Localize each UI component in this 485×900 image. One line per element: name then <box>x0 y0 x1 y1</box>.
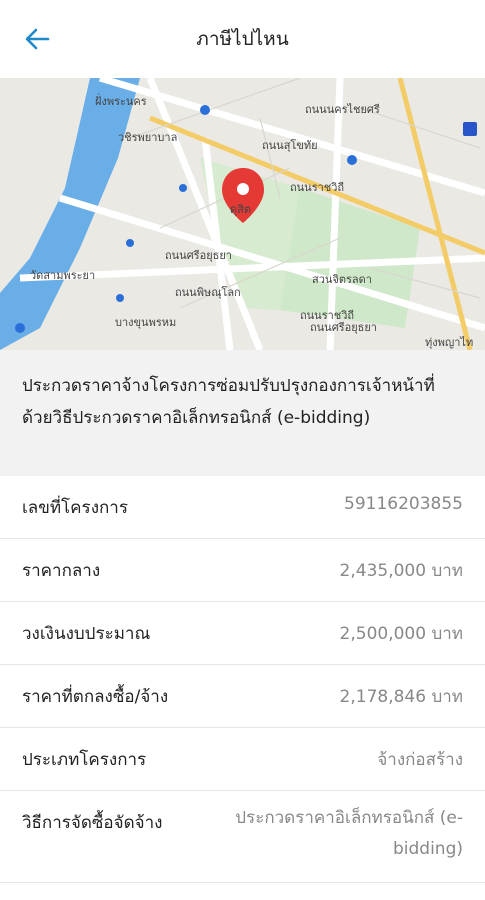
detail-row: วิธีการจัดซื้อจัดจ้าง ประกวดราคาอิเล็กทร… <box>0 791 485 883</box>
detail-value: 2,435,000 บาท <box>339 561 463 581</box>
detail-label: ราคาที่ตกลงซื้อ/จ้าง <box>22 687 169 707</box>
project-title: ประกวดราคาจ้างโครงการซ่อมปรับปรุงกองการเ… <box>0 350 485 476</box>
detail-label: วิธีการจัดซื้อจัดจ้าง <box>22 813 163 833</box>
detail-value: จ้างก่อสร้าง <box>377 750 463 770</box>
map-label: ถนนศรีอยุธยา <box>165 249 232 262</box>
map-label: ถนนราชวิถี <box>290 181 345 194</box>
back-arrow-icon[interactable] <box>22 24 52 54</box>
location-map[interactable]: ฝั่งพระนคร วชิรพยาบาล ถนนนครไชยศรี ถนนสุ… <box>0 78 485 350</box>
detail-row: ประเภทโครงการ จ้างก่อสร้าง <box>0 728 485 791</box>
map-label: ถนนพิษณุโลก <box>175 286 241 299</box>
detail-row: ราคากลาง 2,435,000 บาท <box>0 539 485 602</box>
page-title: ภาษีไปไหน <box>196 28 289 50</box>
map-label: สวนจิตรลดา <box>312 273 372 286</box>
detail-label: วงเงินงบประมาณ <box>22 624 151 644</box>
detail-value: 2,500,000 บาท <box>339 624 463 644</box>
map-label: บางขุนพรหม <box>115 316 177 329</box>
detail-value: 59116203855 <box>344 494 463 514</box>
map-label: ถนนราชวิถี <box>300 309 355 322</box>
map-label: ถนนสุโขทัย <box>262 139 318 152</box>
detail-label: เลขที่โครงการ <box>22 498 128 518</box>
detail-row: วงเงินงบประมาณ 2,500,000 บาท <box>0 602 485 665</box>
map-label: ฝั่งพระนคร <box>95 95 147 108</box>
map-label: ทุ่งพญาไท <box>425 336 474 349</box>
detail-row: ราคาที่ตกลงซื้อ/จ้าง 2,178,846 บาท <box>0 665 485 728</box>
detail-value: 2,178,846 บาท <box>339 687 463 707</box>
detail-label: ราคากลาง <box>22 561 101 581</box>
map-label: วัดสามพระยา <box>30 269 96 282</box>
map-label: ดุสิต <box>230 203 252 216</box>
app-header: ภาษีไปไหน <box>0 0 485 78</box>
detail-row: เลขที่โครงการ 59116203855 <box>0 476 485 539</box>
detail-label: ประเภทโครงการ <box>22 750 147 770</box>
detail-value: ประกวดราคาอิเล็กทรอนิกส์ (e-bidding) <box>235 808 463 859</box>
map-label: ถนนนครไชยศรี <box>305 103 380 116</box>
map-label: วชิรพยาบาล <box>118 131 178 144</box>
